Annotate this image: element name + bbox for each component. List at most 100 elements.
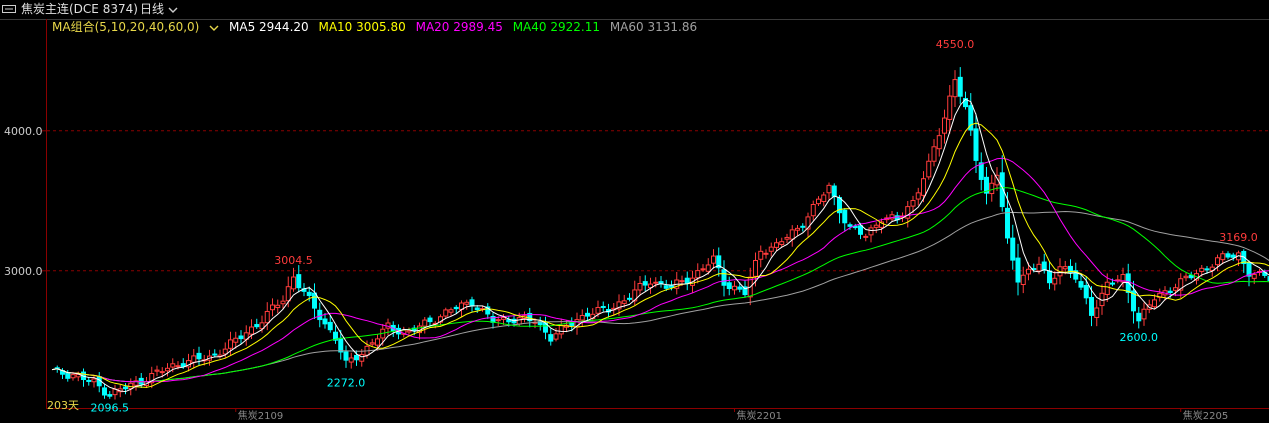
candle-body[interactable] [774, 242, 779, 248]
candle-body[interactable] [1204, 268, 1210, 271]
candle-body[interactable] [238, 335, 244, 340]
candle-body[interactable] [684, 277, 690, 284]
candle-body[interactable] [789, 229, 795, 240]
candle-body[interactable] [779, 241, 785, 245]
candle-body[interactable] [1020, 274, 1026, 285]
candle-body[interactable] [375, 338, 380, 346]
candle-body[interactable] [585, 312, 590, 317]
candle-body[interactable] [842, 209, 848, 224]
candle-body[interactable] [165, 367, 170, 372]
candle-body[interactable] [942, 117, 947, 134]
candle-body[interactable] [443, 309, 449, 317]
candle-body[interactable] [637, 283, 643, 291]
candle-body[interactable] [306, 291, 312, 297]
candle-body[interactable] [1199, 267, 1205, 272]
candle-body[interactable] [847, 224, 853, 227]
candle-body[interactable] [312, 292, 317, 309]
candle-body[interactable] [296, 274, 302, 289]
candle-body[interactable] [957, 76, 963, 97]
candle-body[interactable] [222, 348, 228, 355]
candle-body[interactable] [1089, 296, 1094, 316]
candle-body[interactable] [784, 236, 790, 240]
candle-body[interactable] [1152, 299, 1157, 308]
candle-body[interactable] [196, 352, 202, 360]
candle-body[interactable] [317, 309, 323, 321]
candle-body[interactable] [501, 317, 506, 320]
candle-body[interactable] [831, 185, 837, 197]
candle-body[interactable] [947, 95, 953, 120]
candle-body[interactable] [1215, 257, 1220, 266]
candle-body[interactable] [816, 198, 821, 205]
candle-body[interactable] [474, 307, 480, 311]
candle-body[interactable] [191, 355, 197, 363]
candle-body[interactable] [86, 379, 92, 382]
candle-body[interactable] [291, 276, 296, 290]
candle-body[interactable] [448, 309, 454, 313]
candle-body[interactable] [669, 285, 674, 288]
candle-body[interactable] [249, 326, 254, 335]
candle-body[interactable] [905, 206, 911, 219]
candle-body[interactable] [910, 200, 916, 207]
candle-body[interactable] [422, 319, 428, 327]
candle-body[interactable] [275, 304, 281, 309]
candle-body[interactable] [1062, 266, 1068, 270]
candle-body[interactable] [453, 306, 459, 310]
candle-body[interactable] [936, 135, 942, 150]
candle-body[interactable] [1141, 308, 1147, 320]
candle-body[interactable] [91, 378, 97, 383]
candle-body[interactable] [406, 330, 412, 333]
candle-body[interactable] [711, 255, 716, 264]
candle-body[interactable] [800, 225, 806, 228]
candle-body[interactable] [228, 339, 233, 349]
candle-body[interactable] [338, 337, 344, 353]
candle-body[interactable] [600, 305, 606, 308]
candle-body[interactable] [1083, 284, 1089, 299]
candle-body[interactable] [868, 227, 874, 236]
candle-body[interactable] [915, 192, 921, 200]
candle-body[interactable] [1167, 290, 1173, 294]
candle-body[interactable] [858, 225, 863, 235]
candle-body[interactable] [1220, 253, 1226, 261]
candle-body[interactable] [1136, 312, 1142, 322]
candle-body[interactable] [1052, 277, 1058, 285]
candle-body[interactable] [107, 394, 113, 397]
candle-body[interactable] [768, 246, 774, 252]
candle-body[interactable] [753, 260, 758, 277]
candle-body[interactable] [721, 269, 727, 286]
candle-body[interactable] [123, 386, 128, 390]
candle-body[interactable] [495, 319, 501, 322]
candle-body[interactable] [1036, 263, 1042, 272]
candle-body[interactable] [1225, 253, 1231, 258]
candle-body[interactable] [1026, 268, 1031, 275]
candle-body[interactable] [732, 285, 737, 291]
candle-body[interactable] [469, 299, 475, 307]
candle-body[interactable] [627, 297, 632, 300]
candle-body[interactable] [65, 372, 71, 379]
candle-body[interactable] [1010, 237, 1016, 261]
candle-body[interactable] [1251, 273, 1257, 279]
candle-body[interactable] [642, 281, 648, 286]
candle-body[interactable] [921, 178, 926, 196]
candle-body[interactable] [558, 324, 564, 335]
candle-body[interactable] [821, 194, 827, 203]
candlestick-chart[interactable]: 4000.0 3000.0 4550.0 3004.5 3169.0 2096.5 2272… [0, 0, 1269, 423]
candle-body[interactable] [705, 264, 711, 272]
candle-body[interactable] [427, 317, 433, 323]
candle-body[interactable] [653, 281, 659, 284]
candle-body[interactable] [695, 270, 701, 279]
candle-body[interactable] [285, 286, 291, 302]
candle-body[interactable] [1094, 307, 1100, 318]
candle-body[interactable] [348, 357, 354, 363]
candle-body[interactable] [1230, 254, 1236, 258]
candle-body[interactable] [322, 318, 328, 325]
candle-body[interactable] [1104, 281, 1110, 295]
candle-body[interactable] [154, 369, 160, 372]
candle-body[interactable] [795, 227, 800, 231]
candle-body[interactable] [280, 300, 286, 305]
candle-body[interactable] [264, 310, 270, 324]
candle-body[interactable] [763, 252, 769, 255]
candle-body[interactable] [1015, 257, 1021, 283]
candle-body[interactable] [170, 363, 176, 368]
candle-body[interactable] [70, 374, 76, 379]
candle-body[interactable] [1110, 282, 1115, 285]
